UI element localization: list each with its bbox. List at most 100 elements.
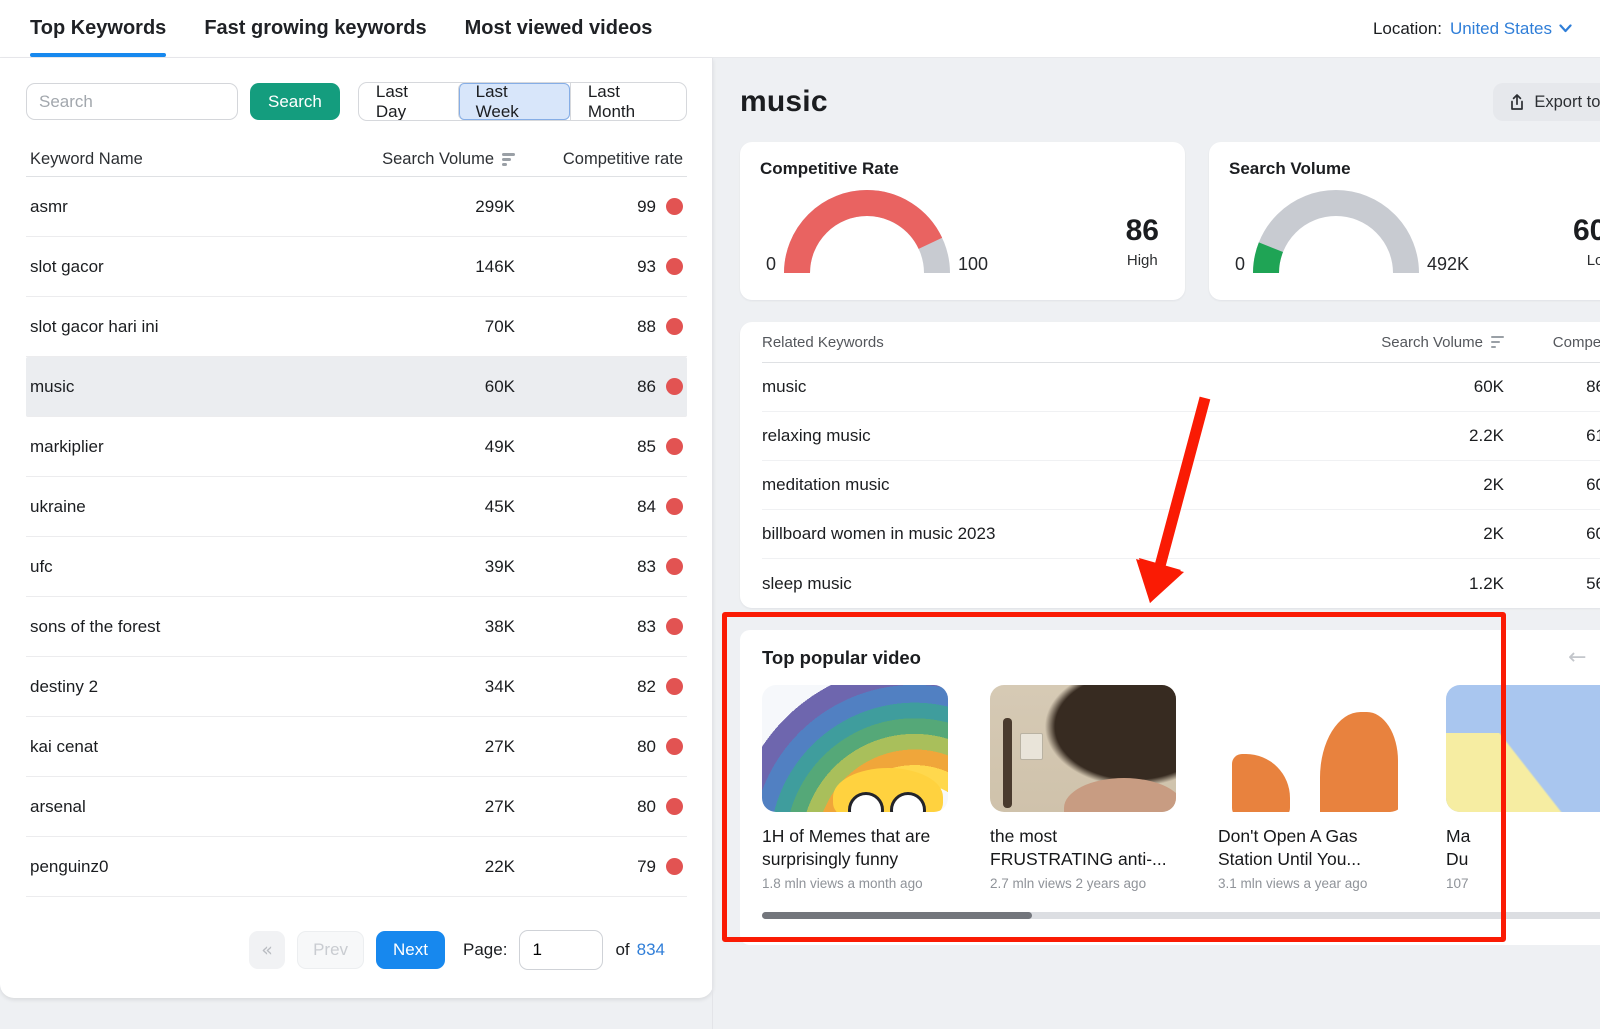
keyword-rate: 93 (637, 257, 656, 277)
keyword-rate: 80 (637, 737, 656, 757)
video-meta: 1.8 mln views a month ago (762, 876, 948, 891)
video-thumbnail (990, 685, 1176, 812)
rate-dot (666, 618, 683, 635)
related-volume: 1.2K (1314, 574, 1504, 594)
keyword-rate: 83 (637, 557, 656, 577)
keyword-volume: 45K (380, 497, 515, 517)
keyword-rate: 85 (637, 437, 656, 457)
related-volume: 2K (1314, 475, 1504, 495)
related-row[interactable]: relaxing music 2.2K 61 (762, 412, 1600, 461)
video-title: 1H of Memes that are surprisingly funny (762, 825, 948, 871)
sort-descending-icon[interactable] (502, 153, 515, 166)
carousel-prev-icon[interactable]: ← (1568, 645, 1586, 670)
search-input[interactable] (26, 83, 238, 120)
tab-fast-growing-keywords[interactable]: Fast growing keywords (204, 0, 426, 57)
keyword-rate: 83 (637, 617, 656, 637)
related-row[interactable]: billboard women in music 2023 2K 60 (762, 510, 1600, 559)
keyword-name: slot gacor hari ini (30, 317, 380, 337)
location-value: United States (1450, 19, 1552, 39)
export-label: Export to PDF (1534, 93, 1600, 112)
related-rate: 56 (1586, 574, 1600, 594)
gauge-title: Competitive Rate (760, 159, 1165, 179)
location-label: Location: (1373, 19, 1442, 39)
video-meta: 107 (1446, 876, 1600, 891)
filter-last-month[interactable]: Last Month (570, 83, 686, 120)
keyword-rate: 99 (637, 197, 656, 217)
first-page-button[interactable]: « (249, 931, 285, 969)
competitive-rate-gauge (782, 185, 952, 277)
table-row[interactable]: penguinz0 22K 79 (26, 837, 687, 897)
gauge-level: Low (1573, 252, 1600, 269)
keyword-name: slot gacor (30, 257, 380, 277)
keyword-name: kai cenat (30, 737, 380, 757)
table-row-selected[interactable]: music 60K 86 (26, 357, 687, 417)
keywords-card: Search Last Day Last Week Last Month Key… (0, 58, 713, 998)
related-row[interactable]: sleep music 1.2K 56 (762, 559, 1600, 608)
video-thumbnail (762, 685, 948, 812)
table-row[interactable]: slot gacor hari ini 70K 88 (26, 297, 687, 357)
time-filter-group: Last Day Last Week Last Month (358, 82, 687, 121)
keyword-name: arsenal (30, 797, 380, 817)
prev-page-button[interactable]: Prev (297, 931, 364, 969)
video-card[interactable]: Don't Open A Gas Station Until You... 3.… (1218, 685, 1404, 891)
keyword-name: penguinz0 (30, 857, 380, 877)
table-row[interactable]: kai cenat 27K 80 (26, 717, 687, 777)
related-keywords-card: Related Keywords Search Volume Competiti… (740, 322, 1600, 608)
section-title: Top popular video (762, 647, 921, 669)
gauge-cards: Competitive Rate 0 100 86 High (740, 142, 1600, 300)
table-row[interactable]: markiplier 49K 85 (26, 417, 687, 477)
top-popular-video-card: Top popular video ← → 1H of (740, 630, 1600, 945)
related-table-header: Related Keywords Search Volume Competiti… (762, 322, 1600, 363)
related-rate: 86 (1586, 377, 1600, 397)
video-card[interactable]: the most FRUSTRATING anti-... 2.7 mln vi… (990, 685, 1176, 891)
related-volume: 60K (1314, 377, 1504, 397)
table-row[interactable]: destiny 2 34K 82 (26, 657, 687, 717)
rate-dot (666, 678, 683, 695)
related-row[interactable]: music 60K 86 (762, 363, 1600, 412)
gauge-min-label: 0 (1229, 254, 1251, 277)
total-pages-link[interactable]: 834 (637, 940, 665, 960)
rate-dot (666, 378, 683, 395)
keyword-name: destiny 2 (30, 677, 380, 697)
related-keyword: music (762, 377, 1314, 397)
page-number-input[interactable] (519, 930, 603, 970)
search-button[interactable]: Search (250, 83, 340, 120)
table-row[interactable]: ufc 39K 83 (26, 537, 687, 597)
column-related-keywords: Related Keywords (762, 334, 1314, 351)
sort-descending-icon[interactable] (1491, 336, 1504, 349)
keyword-name: ukraine (30, 497, 380, 517)
related-row[interactable]: meditation music 2K 60 (762, 461, 1600, 510)
keyword-detail-panel: music Export to PDF Competitive Rate 0 (713, 58, 1600, 1029)
filter-last-week[interactable]: Last Week (458, 83, 570, 120)
filter-last-day[interactable]: Last Day (359, 83, 458, 120)
table-row[interactable]: arsenal 27K 80 (26, 777, 687, 837)
column-search-volume: Search Volume (1381, 334, 1483, 351)
keyword-rate: 84 (637, 497, 656, 517)
related-rate: 60 (1586, 524, 1600, 544)
keyword-name: ufc (30, 557, 380, 577)
tab-top-keywords[interactable]: Top Keywords (30, 0, 166, 57)
keyword-rate: 80 (637, 797, 656, 817)
table-row[interactable]: asmr 299K 99 (26, 177, 687, 237)
table-row[interactable]: slot gacor 146K 93 (26, 237, 687, 297)
carousel-scrollbar[interactable] (762, 912, 1600, 919)
video-card[interactable]: 1H of Memes that are surprisingly funny … (762, 685, 948, 891)
video-title: the most FRUSTRATING anti-... (990, 825, 1176, 871)
video-meta: 3.1 mln views a year ago (1218, 876, 1404, 891)
export-pdf-button[interactable]: Export to PDF (1493, 83, 1600, 121)
search-volume-gauge (1251, 185, 1421, 277)
video-card[interactable]: Ma Du 107 (1446, 685, 1600, 891)
next-page-button[interactable]: Next (376, 931, 445, 969)
keyword-volume: 39K (380, 557, 515, 577)
carousel-scrollbar-thumb[interactable] (762, 912, 1032, 919)
table-row[interactable]: ukraine 45K 84 (26, 477, 687, 537)
gauge-max-label: 100 (952, 254, 994, 277)
keyword-volume: 299K (380, 197, 515, 217)
page-label: Page: (463, 940, 507, 960)
nav-tabs: Top Keywords Fast growing keywords Most … (30, 0, 652, 57)
location-dropdown[interactable]: United States (1450, 19, 1572, 39)
tab-most-viewed-videos[interactable]: Most viewed videos (465, 0, 653, 57)
gauge-value: 86 (1126, 216, 1159, 246)
gauge-max-label: 492K (1421, 254, 1475, 277)
table-row[interactable]: sons of the forest 38K 83 (26, 597, 687, 657)
